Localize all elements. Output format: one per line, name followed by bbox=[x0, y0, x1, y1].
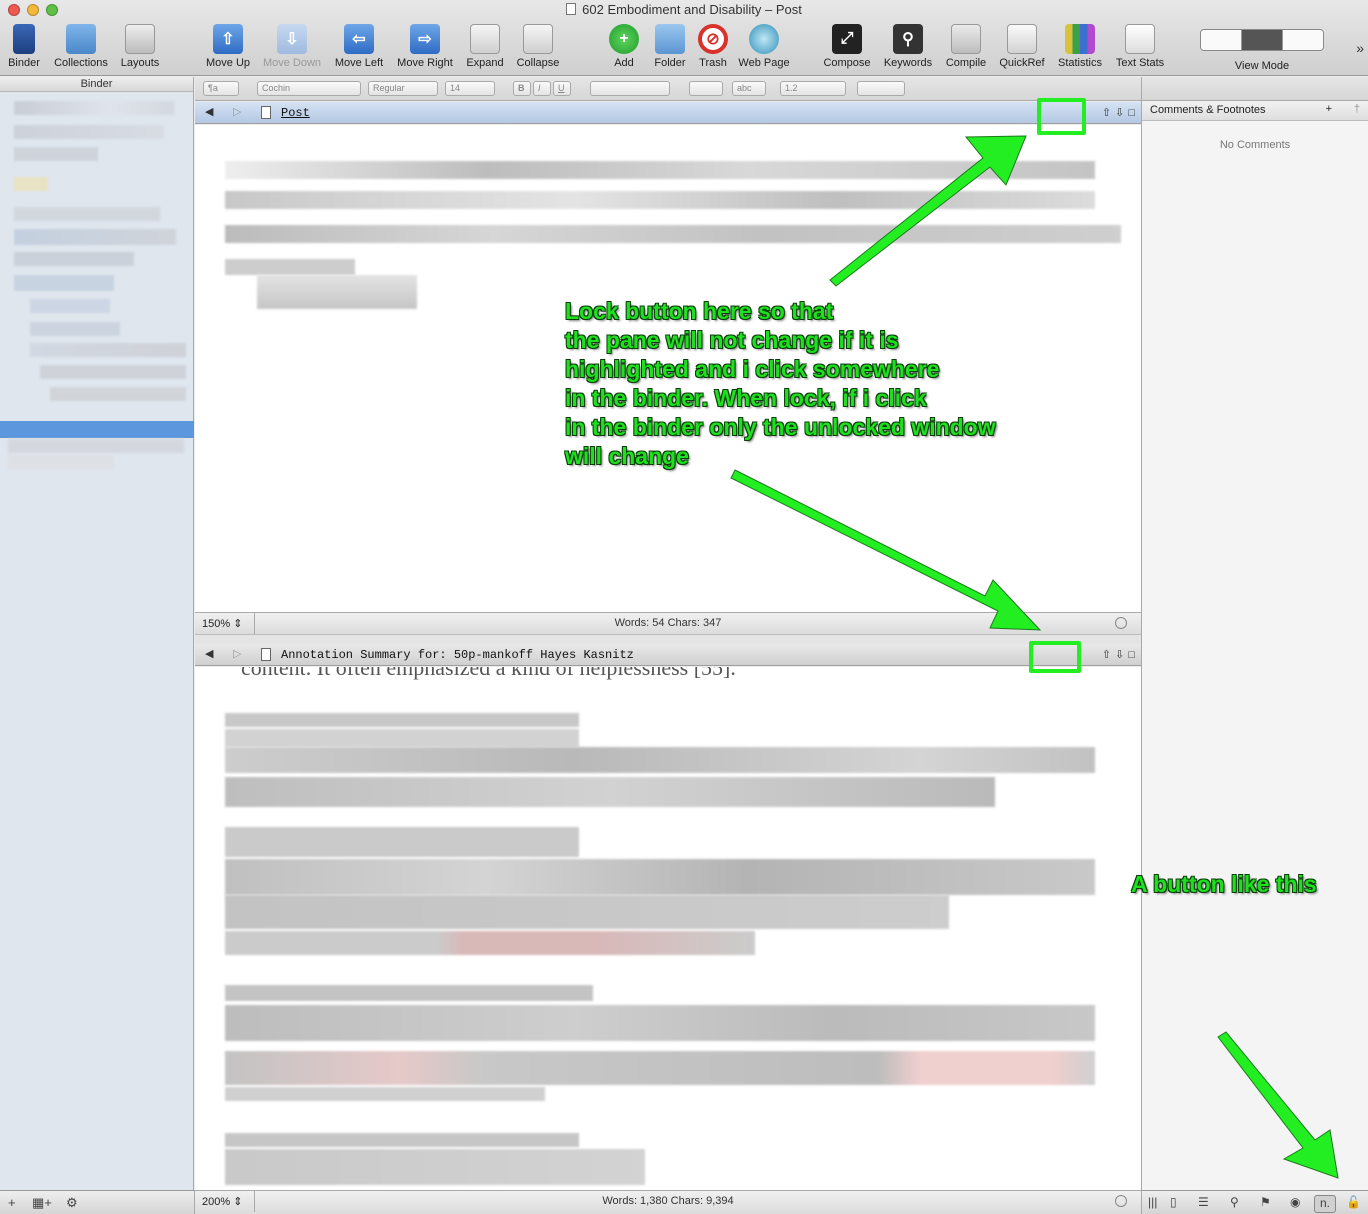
lock-note-line: in the binder only the unlocked window bbox=[565, 414, 996, 440]
lock-note-line: highlighted and i click somewhere bbox=[565, 356, 940, 382]
annotation-arrows bbox=[730, 135, 1339, 1179]
lock-note: Lock button here so that the pane will n… bbox=[565, 297, 996, 471]
lock-note-line: Lock button here so that bbox=[565, 298, 834, 324]
arrow-to-bottom-pane bbox=[730, 469, 1042, 631]
arrow-to-lock-button bbox=[1217, 1031, 1339, 1179]
lock-note-line: the pane will not change if it is bbox=[565, 327, 899, 353]
arrow-to-top-pane bbox=[829, 135, 1027, 287]
button-note: A button like this bbox=[1131, 871, 1317, 897]
lock-note-line: in the binder. When lock, if i click bbox=[565, 385, 927, 411]
lock-note-line: will change bbox=[565, 443, 689, 469]
